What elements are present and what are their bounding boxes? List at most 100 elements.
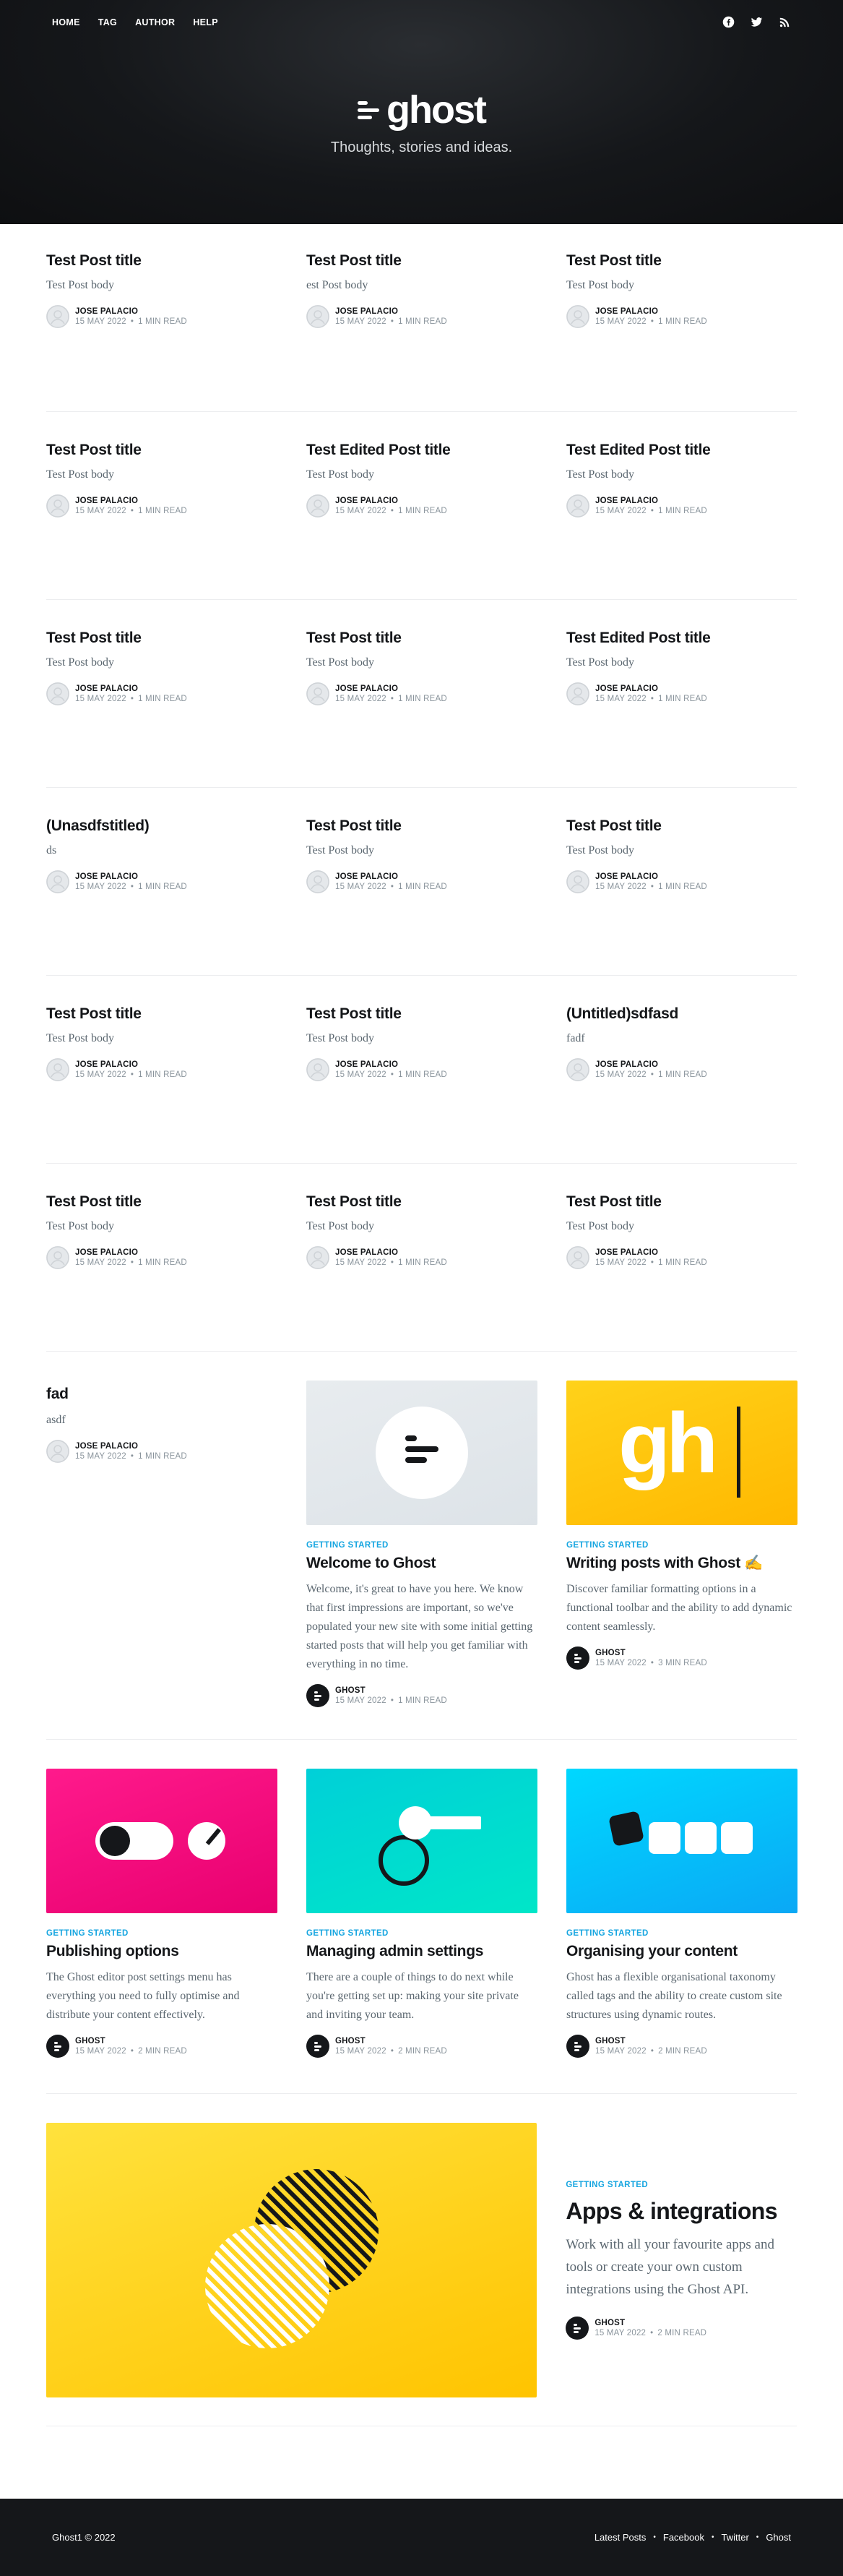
post-author[interactable]: JOSE PALACIO: [75, 1060, 187, 1069]
post-title[interactable]: Test Post title: [566, 252, 797, 270]
post-image[interactable]: gh: [566, 1381, 797, 1525]
post-author[interactable]: JOSE PALACIO: [335, 307, 447, 316]
avatar-placeholder-icon[interactable]: [566, 305, 589, 329]
post-card[interactable]: Test Post title Test Post body JOSE PALACI…: [46, 252, 277, 411]
post-title[interactable]: Test Edited Post title: [566, 629, 797, 648]
avatar-placeholder-icon[interactable]: [566, 1246, 589, 1270]
post-card[interactable]: GETTING STARTED Managing admin settings …: [306, 1769, 537, 2093]
post-author[interactable]: GHOST: [335, 2037, 447, 2045]
avatar-placeholder-icon[interactable]: [566, 682, 589, 706]
ghost-avatar[interactable]: [306, 2034, 329, 2058]
post-author[interactable]: JOSE PALACIO: [335, 1248, 447, 1257]
ghost-avatar[interactable]: [46, 2034, 69, 2058]
post-author[interactable]: GHOST: [595, 2319, 706, 2327]
post-title[interactable]: Test Post title: [306, 629, 537, 648]
post-title[interactable]: Test Post title: [46, 252, 277, 270]
post-title[interactable]: Test Post title: [306, 817, 537, 836]
post-author[interactable]: JOSE PALACIO: [75, 497, 187, 505]
post-image[interactable]: [566, 1769, 797, 1913]
site-logo[interactable]: ghost: [0, 90, 843, 129]
post-card[interactable]: Test Post title Test Post body JOSE PALACI…: [566, 1193, 797, 1351]
post-card[interactable]: GETTING STARTED Publishing options The G…: [46, 1769, 277, 2093]
post-author[interactable]: JOSE PALACIO: [595, 872, 707, 881]
avatar-placeholder-icon[interactable]: [306, 870, 329, 894]
footer-link-twitter[interactable]: Twitter: [722, 2532, 749, 2543]
post-card[interactable]: GETTING STARTED Organising your content …: [566, 1769, 797, 2093]
ghost-avatar[interactable]: [566, 2317, 589, 2340]
post-card[interactable]: Test Edited Post title Test Post body JOSE…: [566, 629, 797, 787]
twitter-icon[interactable]: [751, 16, 763, 28]
avatar-placeholder-icon[interactable]: [566, 494, 589, 518]
post-author[interactable]: JOSE PALACIO: [335, 1060, 447, 1069]
post-author[interactable]: JOSE PALACIO: [595, 497, 707, 505]
post-tag[interactable]: GETTING STARTED: [566, 2181, 797, 2189]
ghost-avatar[interactable]: [306, 1683, 329, 1707]
post-card[interactable]: Test Post title Test Post body JOSE PALACI…: [566, 252, 797, 411]
post-card[interactable]: Test Post title Test Post body JOSE PALACI…: [566, 817, 797, 975]
post-title[interactable]: Test Post title: [566, 817, 797, 836]
post-title[interactable]: Managing admin settings: [306, 1942, 537, 1961]
post-tag[interactable]: GETTING STARTED: [306, 1541, 537, 1550]
post-title[interactable]: Test Edited Post title: [306, 441, 537, 460]
post-card[interactable]: fad asdf JOSE PALACIO 15 MAY 2022 • 1 MIN …: [46, 1381, 277, 1739]
nav-link-tag[interactable]: TAG: [98, 17, 117, 27]
post-author[interactable]: JOSE PALACIO: [75, 684, 187, 693]
footer-link-facebook[interactable]: Facebook: [663, 2532, 704, 2543]
rss-icon[interactable]: [779, 16, 791, 28]
post-card[interactable]: Test Post title Test Post body JOSE PALACI…: [46, 629, 277, 787]
post-author[interactable]: JOSE PALACIO: [75, 307, 187, 316]
post-title[interactable]: Test Edited Post title: [566, 441, 797, 460]
post-card[interactable]: GETTING STARTED Welcome to Ghost Welcome…: [306, 1381, 537, 1739]
post-title[interactable]: Welcome to Ghost: [306, 1554, 537, 1573]
post-title[interactable]: Organising your content: [566, 1942, 797, 1961]
post-card[interactable]: Test Edited Post title Test Post body JOSE…: [306, 441, 537, 599]
post-author[interactable]: JOSE PALACIO: [335, 497, 447, 505]
post-title[interactable]: Test Post title: [46, 1193, 277, 1211]
ghost-avatar[interactable]: [566, 1646, 589, 1670]
post-title[interactable]: Test Post title: [46, 629, 277, 648]
post-card[interactable]: Test Post title Test Post body JOSE PALACI…: [306, 629, 537, 787]
post-title[interactable]: (Untitled)sdfasd: [566, 1005, 797, 1023]
post-image[interactable]: [46, 2123, 537, 2397]
post-author[interactable]: JOSE PALACIO: [595, 307, 707, 316]
avatar-placeholder-icon[interactable]: [306, 682, 329, 706]
post-card[interactable]: Test Post title Test Post body JOSE PALACI…: [46, 1193, 277, 1351]
avatar-placeholder-icon[interactable]: [46, 682, 69, 706]
post-author[interactable]: JOSE PALACIO: [335, 684, 447, 693]
post-card[interactable]: Test Post title Test Post body JOSE PALACI…: [306, 1193, 537, 1351]
nav-link-help[interactable]: HELP: [193, 17, 218, 27]
post-author[interactable]: GHOST: [595, 2037, 707, 2045]
post-image[interactable]: [306, 1381, 537, 1525]
post-title[interactable]: Publishing options: [46, 1942, 277, 1961]
post-author[interactable]: JOSE PALACIO: [75, 1248, 187, 1257]
post-tag[interactable]: GETTING STARTED: [306, 1929, 537, 1938]
avatar-placeholder-icon[interactable]: [46, 305, 69, 329]
post-title[interactable]: Test Post title: [306, 1005, 537, 1023]
post-card[interactable]: Test Post title est Post body JOSE PALACIO…: [306, 252, 537, 411]
avatar-placeholder-icon[interactable]: [46, 1440, 69, 1464]
avatar-placeholder-icon[interactable]: [46, 1246, 69, 1270]
post-author[interactable]: JOSE PALACIO: [595, 684, 707, 693]
post-card[interactable]: (Untitled)sdfasd fadf JOSE PALACIO 15 MAY 2…: [566, 1005, 797, 1163]
post-tag[interactable]: GETTING STARTED: [46, 1929, 277, 1938]
post-author[interactable]: JOSE PALACIO: [75, 872, 187, 881]
post-card[interactable]: Test Post title Test Post body JOSE PALACI…: [46, 441, 277, 599]
post-author[interactable]: GHOST: [75, 2037, 187, 2045]
post-author[interactable]: GHOST: [335, 1686, 447, 1695]
avatar-placeholder-icon[interactable]: [566, 870, 589, 894]
nav-link-home[interactable]: HOME: [52, 17, 80, 27]
post-image[interactable]: [306, 1769, 537, 1913]
post-tag[interactable]: GETTING STARTED: [566, 1929, 797, 1938]
post-title[interactable]: Test Post title: [46, 1005, 277, 1023]
post-author[interactable]: JOSE PALACIO: [335, 872, 447, 881]
post-tag[interactable]: GETTING STARTED: [566, 1541, 797, 1550]
post-author[interactable]: JOSE PALACIO: [595, 1060, 707, 1069]
footer-link-latest-posts[interactable]: Latest Posts: [595, 2532, 647, 2543]
avatar-placeholder-icon[interactable]: [306, 1058, 329, 1082]
post-author[interactable]: GHOST: [595, 1649, 707, 1657]
avatar-placeholder-icon[interactable]: [306, 494, 329, 518]
post-image[interactable]: [46, 1769, 277, 1913]
post-title[interactable]: (Unasdfstitled): [46, 817, 277, 836]
post-card[interactable]: Test Post title Test Post body JOSE PALACI…: [46, 1005, 277, 1163]
avatar-placeholder-icon[interactable]: [306, 1246, 329, 1270]
